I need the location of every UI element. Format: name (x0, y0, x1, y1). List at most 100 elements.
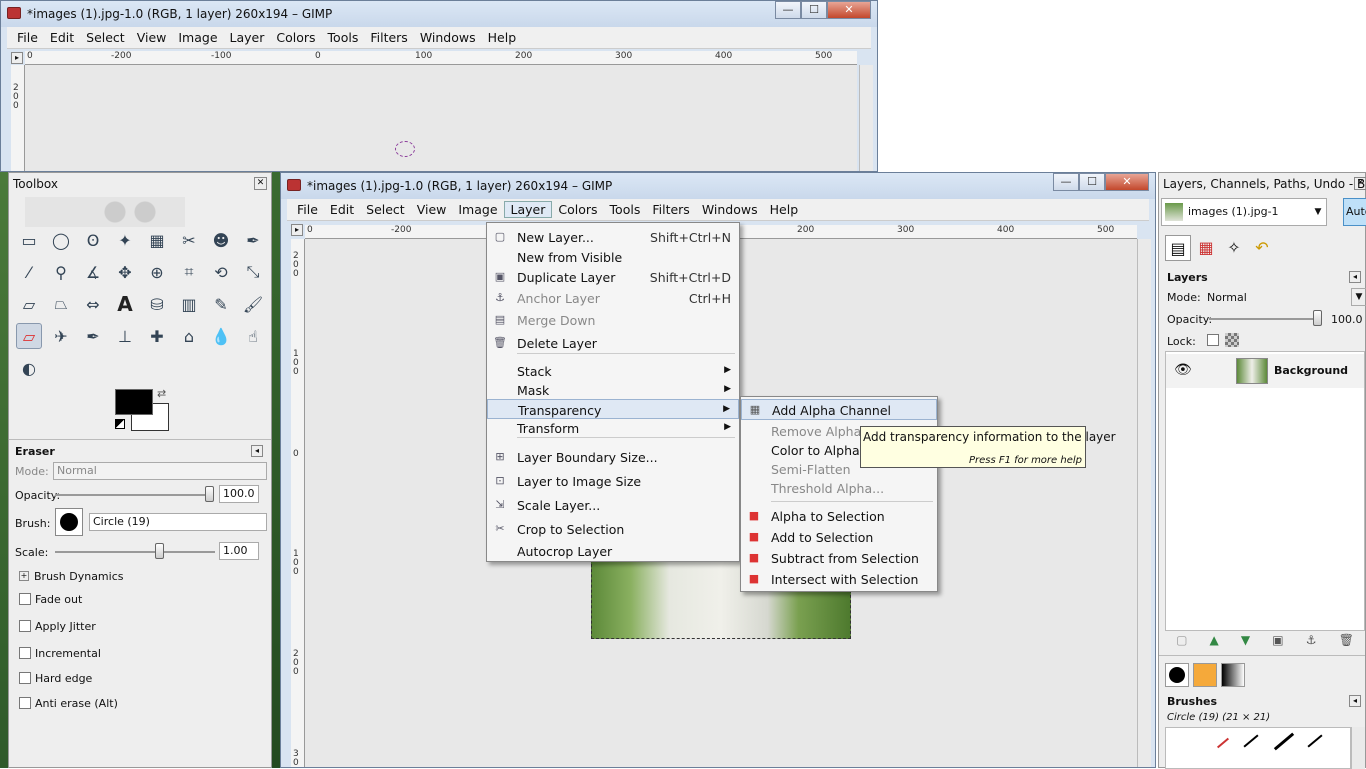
transparency-item-alpha-to-selection[interactable]: ■ Alpha to Selection (741, 506, 937, 527)
layer-menu-item-crop-to-selection[interactable]: ✂ Crop to Selection (487, 519, 739, 539)
blur-icon[interactable]: 💧 (208, 323, 234, 349)
menu-file[interactable]: File (11, 30, 44, 45)
layer-menu-item-transparency[interactable]: Transparency ▶ (487, 399, 739, 419)
hard-edge-checkbox[interactable] (19, 672, 31, 684)
patterns-tab-icon[interactable] (1193, 663, 1217, 687)
bucket-fill-icon[interactable]: ⛁ (144, 291, 170, 317)
image-select[interactable]: images (1).jpg-1 (1161, 198, 1327, 226)
brush-preview[interactable] (55, 508, 83, 536)
close-button[interactable]: ✕ (827, 1, 871, 19)
layer-opacity-value[interactable]: 100.0 (1331, 313, 1363, 326)
layer-menu-item-layer-boundary-size[interactable]: ⊞ Layer Boundary Size... (487, 447, 739, 467)
scissors-icon[interactable]: ✂ (176, 227, 202, 253)
perspective-icon[interactable]: ⏢ (48, 291, 74, 317)
transparency-item-subtract-from-selection[interactable]: ■ Subtract from Selection (741, 548, 937, 569)
smudge-icon[interactable]: ☝ (240, 323, 266, 349)
brush-dynamics-label[interactable]: Brush Dynamics (34, 570, 123, 583)
menu-select[interactable]: Select (360, 202, 411, 217)
menu-edit[interactable]: Edit (44, 30, 80, 45)
menu-edit[interactable]: Edit (324, 202, 360, 217)
menu-select[interactable]: Select (80, 30, 131, 45)
layer-menu-item-duplicate-layer[interactable]: ▣ Duplicate Layer Shift+Ctrl+D (487, 267, 739, 287)
opacity-input[interactable]: 100.0 (219, 485, 259, 503)
apply-jitter-checkbox[interactable] (19, 620, 31, 632)
layer-menu-item-transform[interactable]: Transform ▶ (487, 418, 739, 438)
measure-icon[interactable]: ∡ (80, 259, 106, 285)
layer-mode-value[interactable]: Normal (1207, 291, 1247, 304)
dodge-burn-icon[interactable]: ◐ (16, 355, 42, 381)
maximize-button[interactable]: ☐ (801, 1, 827, 19)
menu-colors[interactable]: Colors (552, 202, 603, 217)
rotate-icon[interactable]: ⟲ (208, 259, 234, 285)
layer-mode-arrow-icon[interactable]: ▼ (1351, 288, 1366, 306)
menu-image[interactable]: Image (172, 30, 223, 45)
foreground-select-icon[interactable]: ☻ (208, 227, 234, 253)
transparency-item-add-alpha-channel[interactable]: ▦ Add Alpha Channel (741, 399, 937, 420)
blend-icon[interactable]: ▥ (176, 291, 202, 317)
toolbox-close-icon[interactable]: ✕ (254, 177, 267, 190)
menu-tools[interactable]: Tools (322, 30, 365, 45)
layer-name[interactable]: Background (1274, 364, 1348, 377)
delete-layer-icon[interactable]: 🗑 (1339, 633, 1354, 651)
layer-row-background[interactable]: 👁 Background (1166, 354, 1364, 388)
layer-menu-item-layer-to-image-size[interactable]: ⊡ Layer to Image Size (487, 471, 739, 491)
back-window-titlebar[interactable]: *images (1).jpg-1.0 (RGB, 1 layer) 260x1… (1, 1, 877, 27)
ink-icon[interactable]: ✒ (80, 323, 106, 349)
channels-tab-icon[interactable]: ▦ (1193, 235, 1219, 261)
scale-track[interactable] (55, 551, 215, 553)
back-canvas[interactable] (25, 65, 857, 171)
brushes-menu-icon[interactable]: ◂ (1349, 695, 1361, 707)
opacity-track[interactable] (55, 494, 205, 496)
shear-icon[interactable]: ▱ (16, 291, 42, 317)
brushes-scrollbar[interactable] (1351, 727, 1365, 769)
zoom-icon[interactable]: ⚲ (48, 259, 74, 285)
crop-tool-icon[interactable]: ⌗ (176, 259, 202, 285)
anchor-layer-icon[interactable]: ⚓ (1306, 633, 1317, 651)
move-icon[interactable]: ✥ (112, 259, 138, 285)
dock-close-icon[interactable]: ✕ (1354, 177, 1366, 190)
menu-view[interactable]: View (411, 202, 453, 217)
clone-icon[interactable]: ⊥ (112, 323, 138, 349)
heal-icon[interactable]: ✚ (144, 323, 170, 349)
tool-options-menu-icon[interactable]: ◂ (251, 445, 263, 457)
new-layer-icon[interactable]: ▢ (1176, 633, 1187, 651)
layer-menu-item-scale-layer[interactable]: ⇲ Scale Layer... (487, 495, 739, 515)
color-picker-icon[interactable]: ⁄ (16, 259, 42, 285)
text-icon[interactable]: A (112, 291, 138, 317)
brushes-grid[interactable] (1165, 727, 1351, 769)
transparency-item-add-to-selection[interactable]: ■ Add to Selection (741, 527, 937, 548)
gradients-tab-icon[interactable] (1221, 663, 1245, 687)
front-window-titlebar[interactable]: *images (1).jpg-1.0 (RGB, 1 layer) 260x1… (281, 173, 1155, 199)
foreground-color-swatch[interactable] (115, 389, 153, 415)
back-vertical-scrollbar[interactable] (859, 65, 873, 171)
eraser-icon[interactable]: ▱ (16, 323, 42, 349)
brushes-tab-icon[interactable] (1165, 663, 1189, 687)
brush-dynamics-expander-icon[interactable]: + (19, 571, 29, 581)
scale-icon[interactable]: ⤡ (240, 259, 266, 285)
layer-menu-item-merge-down[interactable]: ▤ Merge Down (487, 310, 739, 330)
close-button[interactable]: ✕ (1105, 173, 1149, 191)
menu-colors[interactable]: Colors (270, 30, 321, 45)
paintbrush-icon[interactable]: 🖌 (240, 291, 266, 317)
opacity-slider[interactable] (205, 486, 214, 502)
lower-layer-icon[interactable]: ▼ (1241, 633, 1250, 651)
align-icon[interactable]: ⊕ (144, 259, 170, 285)
layers-menu-icon[interactable]: ◂ (1349, 271, 1361, 283)
perspective-clone-icon[interactable]: ⌂ (176, 323, 202, 349)
swap-colors-icon[interactable]: ⇄ (157, 387, 166, 400)
menu-layer[interactable]: Layer (224, 30, 271, 45)
layer-opacity-track[interactable] (1209, 318, 1313, 320)
brush-name-field[interactable]: Circle (19) (89, 513, 267, 531)
fade-out-checkbox[interactable] (19, 593, 31, 605)
paths-icon[interactable]: ✒ (240, 227, 266, 253)
menu-help[interactable]: Help (482, 30, 523, 45)
raise-layer-icon[interactable]: ▲ (1210, 633, 1219, 651)
color-select-icon[interactable]: ▦ (144, 227, 170, 253)
layer-menu-item-new-layer[interactable]: ▢ New Layer... Shift+Ctrl+N (487, 227, 739, 247)
scale-slider[interactable] (155, 543, 164, 559)
incremental-checkbox[interactable] (19, 647, 31, 659)
menu-view[interactable]: View (131, 30, 173, 45)
lock-alpha-icon[interactable] (1225, 333, 1239, 347)
layer-menu-item-mask[interactable]: Mask ▶ (487, 380, 739, 400)
menu-filters[interactable]: Filters (646, 202, 695, 217)
